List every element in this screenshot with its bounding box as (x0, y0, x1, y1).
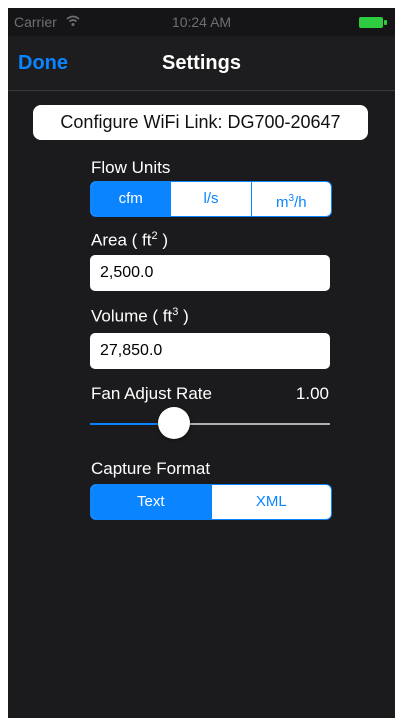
flow-units-label: Flow Units (91, 158, 171, 177)
capture-format-option-text[interactable]: Text (91, 485, 212, 519)
configure-wifi-link-button[interactable]: Configure WiFi Link: DG700-20647 (33, 105, 368, 140)
volume-label-prefix: Volume ( ft (91, 306, 173, 326)
battery-tip (384, 20, 387, 25)
flow-units-option-cfm[interactable]: cfm (91, 182, 172, 216)
navigation-bar: Done Settings (8, 36, 395, 91)
status-time: 10:24 AM (171, 14, 232, 30)
fan-adjust-slider-thumb[interactable] (158, 407, 190, 439)
flow-units-option-m3h[interactable]: m3/h (252, 182, 331, 216)
volume-label-suffix: ) (178, 306, 189, 326)
capture-format-segmented-control: Text XML (90, 484, 332, 520)
fan-adjust-rate-label: Fan Adjust Rate (91, 384, 212, 403)
page-title: Settings (162, 52, 241, 74)
area-label: Area ( ft2 ) (91, 230, 168, 251)
fan-adjust-slider-track[interactable] (174, 423, 330, 425)
status-bar: Carrier 10:24 AM (8, 8, 395, 36)
area-label-prefix: Area ( ft (91, 230, 152, 250)
area-label-suffix: ) (157, 230, 168, 250)
flow-units-option-m3h-base: m (276, 194, 289, 211)
flow-units-option-lps[interactable]: l/s (171, 182, 252, 216)
battery-icon (359, 17, 383, 28)
volume-label: Volume ( ft3 ) (91, 306, 189, 327)
flow-units-segmented-control: cfm l/s m3/h (90, 181, 332, 217)
area-input[interactable]: 2,500.0 (90, 255, 330, 291)
flow-units-option-m3h-suffix: /h (294, 194, 307, 211)
capture-format-option-xml[interactable]: XML (212, 485, 332, 519)
settings-screen: Carrier 10:24 AM Done Settings Configure… (8, 8, 395, 718)
capture-format-label: Capture Format (91, 459, 211, 478)
volume-input[interactable]: 27,850.0 (90, 333, 330, 369)
fan-adjust-rate-value: 1.00 (295, 384, 329, 403)
